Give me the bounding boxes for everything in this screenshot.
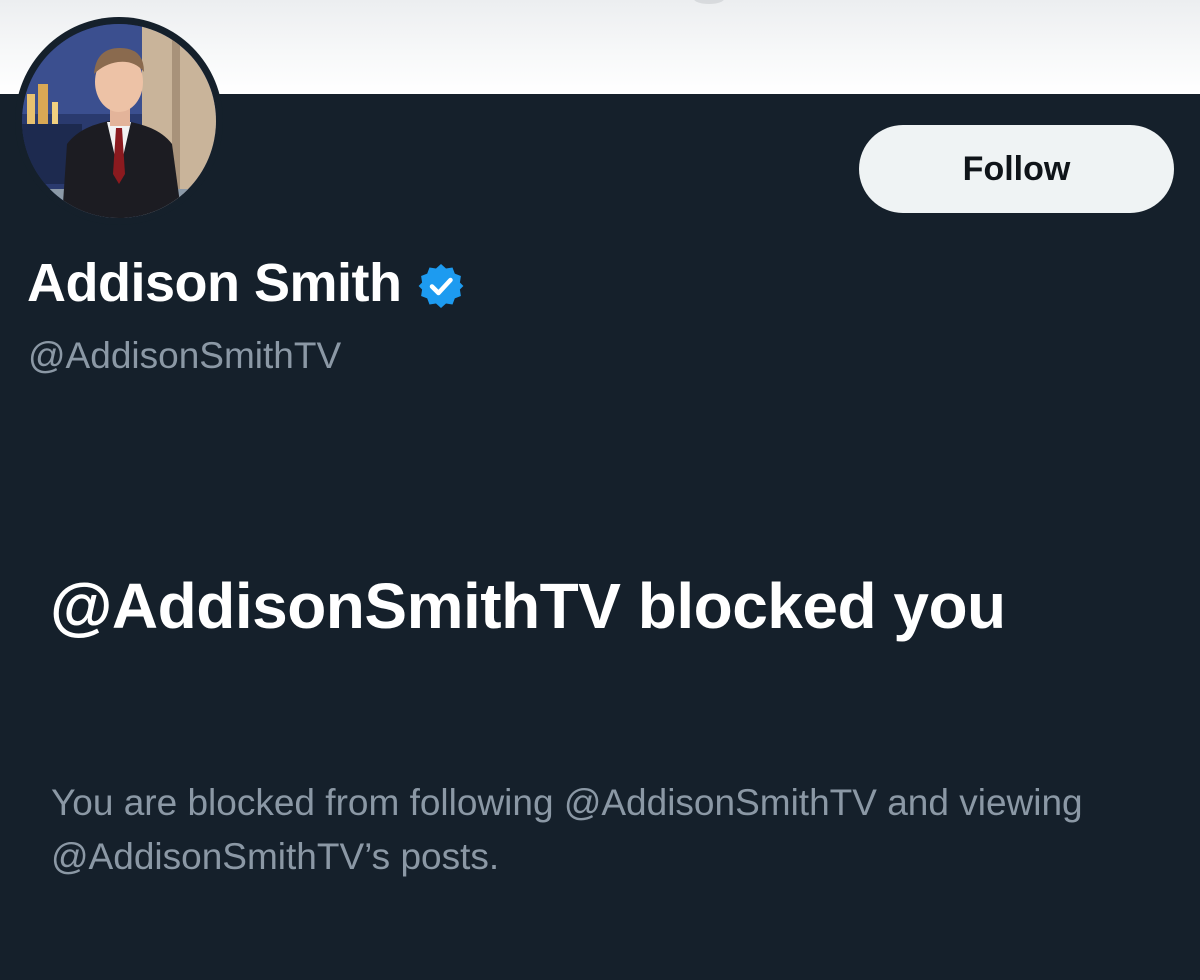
avatar[interactable] — [15, 17, 223, 225]
profile-name-row: Addison Smith — [27, 252, 465, 314]
verified-badge-icon — [417, 262, 465, 310]
avatar-photo — [22, 24, 216, 218]
display-name: Addison Smith — [27, 253, 402, 313]
blocked-title: @AddisonSmithTV blocked you — [50, 570, 1006, 642]
profile-handle: @AddisonSmithTV — [28, 335, 342, 376]
follow-button[interactable]: Follow — [859, 125, 1174, 213]
blocked-description: You are blocked from following @AddisonS… — [51, 782, 1083, 877]
banner-shadow — [694, 0, 724, 4]
